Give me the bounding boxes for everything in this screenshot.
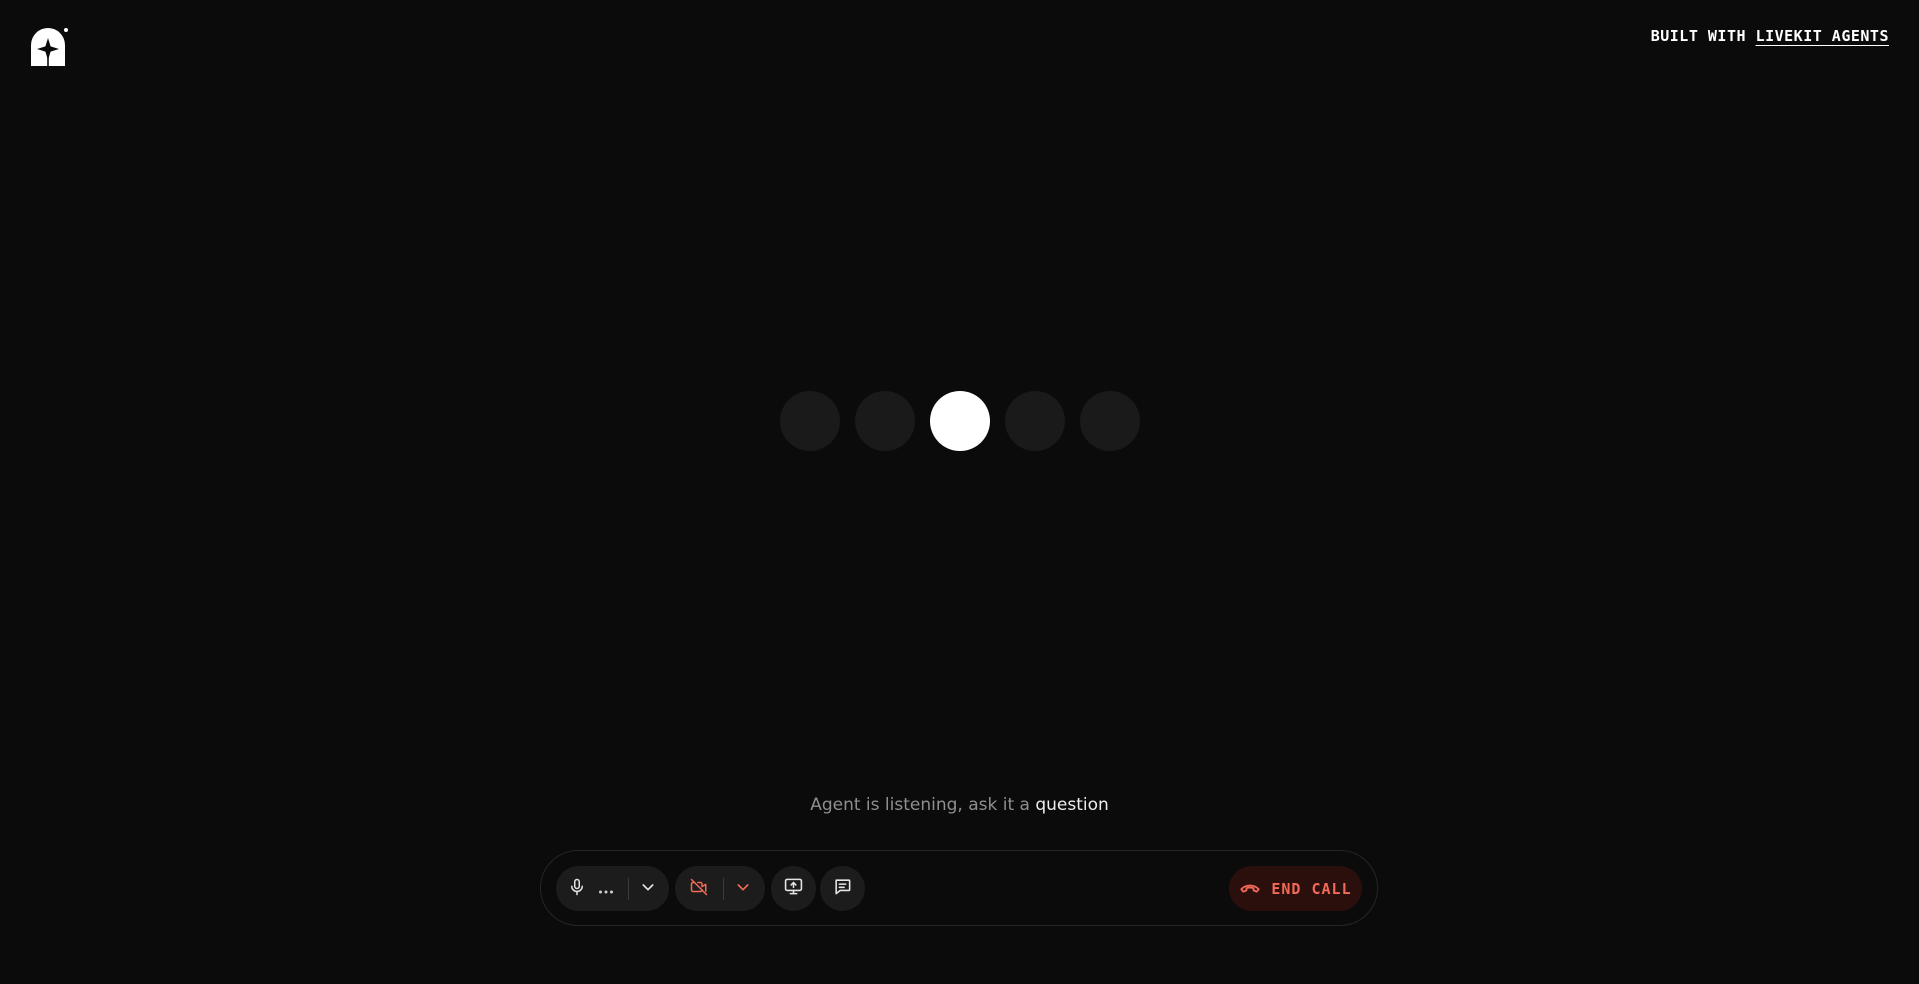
visualizer-bar xyxy=(780,391,840,451)
visualizer-bar-active xyxy=(930,391,990,451)
visualizer-bar xyxy=(855,391,915,451)
microphone-icon xyxy=(568,878,586,900)
visualizer-bar xyxy=(1005,391,1065,451)
dots-icon xyxy=(598,879,614,898)
end-call-label: END CALL xyxy=(1271,879,1352,898)
chevron-down-icon xyxy=(640,879,656,899)
agent-session-page: BUILT WITH LIVEKIT AGENTS Agent is liste… xyxy=(0,0,1919,984)
mic-level-indicator xyxy=(598,866,614,911)
camera-device-dropdown[interactable] xyxy=(724,866,762,911)
control-bar: END CALL xyxy=(540,850,1378,926)
microphone-device-dropdown[interactable] xyxy=(629,866,667,911)
status-text-dim: Agent is listening, ask it a xyxy=(810,795,1036,815)
microphone-toggle-button[interactable] xyxy=(556,866,598,911)
phone-hangup-icon xyxy=(1239,879,1261,899)
end-call-button[interactable]: END CALL xyxy=(1229,866,1362,911)
visualizer-bar xyxy=(1080,391,1140,451)
screen-share-icon xyxy=(784,877,803,900)
chat-button[interactable] xyxy=(820,866,865,911)
built-with-credit: BUILT WITH LIVEKIT AGENTS xyxy=(1651,27,1889,45)
screen-share-button[interactable] xyxy=(771,866,816,911)
microphone-control xyxy=(556,866,669,911)
camera-off-icon xyxy=(689,878,709,900)
chevron-down-icon xyxy=(735,879,751,899)
chat-icon xyxy=(833,877,852,900)
built-with-prefix: BUILT WITH xyxy=(1650,27,1747,45)
camera-control xyxy=(675,866,765,911)
agent-status-text: Agent is listening, ask it a question xyxy=(0,795,1919,815)
camera-toggle-button[interactable] xyxy=(675,866,723,911)
audio-visualizer xyxy=(780,391,1140,451)
livekit-agents-link[interactable]: LIVEKIT AGENTS xyxy=(1756,27,1889,45)
status-text-bright: question xyxy=(1035,795,1109,815)
livekit-agent-logo-icon[interactable] xyxy=(28,26,70,68)
